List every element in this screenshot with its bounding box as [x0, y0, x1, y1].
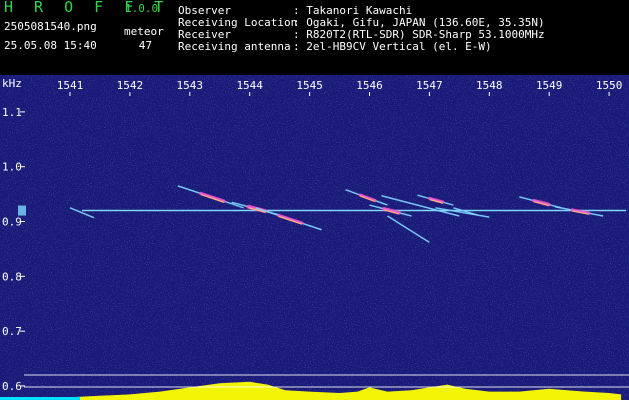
carrier-marker	[18, 205, 26, 216]
app-version: 1.0.0	[125, 2, 159, 15]
header-panel: H R O F F T 1.0.0 2505081540.png meteor …	[0, 0, 629, 75]
x-tick-label: 1543	[177, 79, 204, 92]
x-tick-label: 1542	[117, 79, 144, 92]
y-axis-unit-label: kHz	[2, 77, 22, 90]
antenna-value: : 2el-HB9CV Vertical (el. E-W)	[293, 40, 492, 53]
x-tick-label: 1544	[236, 79, 263, 92]
spectrogram-plot: kHz 1541 1542 1543 1544 1545 1546 1547 1548 1549 1…	[0, 75, 629, 400]
meteor-count-value: 47	[138, 39, 152, 52]
y-tick-label: 0.6	[2, 380, 22, 393]
y-tick-label: 1.1	[2, 106, 22, 119]
x-tick-label: 1548	[476, 79, 503, 92]
x-tick-label: 1541	[57, 79, 84, 92]
timestamp-label: 25.05.08 15:40	[4, 39, 97, 52]
y-tick-label: 0.8	[2, 270, 22, 283]
spectrogram-noise	[0, 75, 629, 400]
antenna-label: Receiving antenna	[178, 40, 291, 53]
x-tick-label: 1549	[536, 79, 563, 92]
y-tick-label: 1.0	[2, 161, 22, 174]
x-tick-label: 1545	[296, 79, 323, 92]
x-tick-label: 1547	[416, 79, 443, 92]
y-tick-label: 0.9	[2, 216, 22, 229]
filename-label: 2505081540.png	[4, 20, 97, 33]
meteor-count-label: meteor	[124, 25, 164, 38]
y-tick-label: 0.7	[2, 325, 22, 338]
x-tick-label: 1546	[356, 79, 383, 92]
x-tick-label: 1550	[596, 79, 623, 92]
spectrogram-svg: kHz 1541 1542 1543 1544 1545 1546 1547 1548 1549 1…	[0, 75, 629, 400]
